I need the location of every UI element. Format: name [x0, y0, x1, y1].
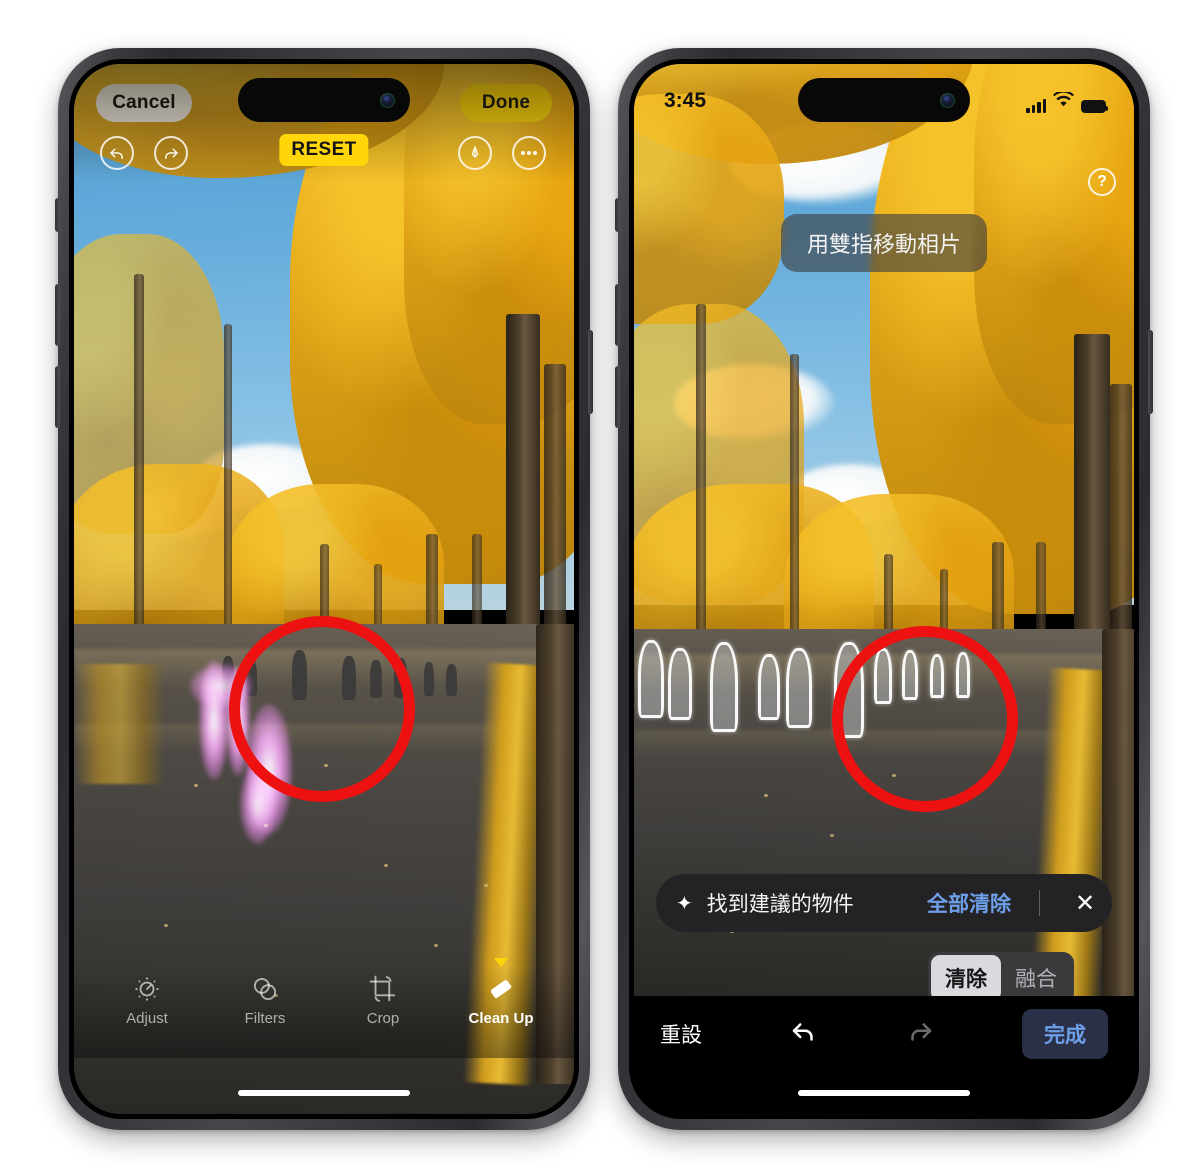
- more-ellipsis-icon[interactable]: [512, 136, 546, 170]
- segment-blend[interactable]: 融合: [1001, 955, 1071, 1001]
- person-silhouette: [424, 662, 434, 696]
- tree-trunk-front: [1102, 629, 1134, 996]
- status-indicators: [1026, 89, 1108, 113]
- detected-object-outline[interactable]: [786, 648, 812, 728]
- clear-all-button[interactable]: 全部清除: [927, 888, 1011, 918]
- two-finger-hint-toast: 用雙指移動相片: [780, 214, 988, 272]
- editor-bottom-toolbar: 重設 完成: [634, 996, 1134, 1072]
- reset-button[interactable]: 重設: [660, 1019, 702, 1049]
- detected-object-outline[interactable]: [758, 654, 780, 720]
- volume-down-button[interactable]: [615, 366, 620, 428]
- dynamic-island-left: [238, 78, 410, 122]
- suggestion-text: 找到建議的物件: [706, 893, 854, 916]
- photo-canvas-right[interactable]: [634, 64, 1134, 996]
- phone-right: 3:45 ? 用雙指移動相片 ✦ 找到建議的物件 全部清除 ✕ 清除 融合 重設…: [615, 48, 1153, 1130]
- side-power-button[interactable]: [588, 330, 593, 414]
- undo-arrow-icon[interactable]: [100, 136, 134, 170]
- tool-label: Clean Up: [468, 1010, 534, 1027]
- phone-left-screen: Cancel Done RESET: [74, 64, 574, 1114]
- redo-arrow-icon[interactable]: [154, 136, 188, 170]
- divider: [1039, 890, 1040, 916]
- person-silhouette: [446, 664, 457, 696]
- redo-arrow-icon[interactable]: [905, 1017, 935, 1052]
- tool-clean-up[interactable]: Clean Up: [459, 958, 543, 1027]
- dynamic-island-right: [798, 78, 970, 122]
- front-camera-icon: [940, 92, 955, 108]
- detected-object-outline[interactable]: [668, 648, 692, 720]
- undo-arrow-icon[interactable]: [789, 1017, 819, 1052]
- front-camera-icon: [380, 92, 395, 108]
- phone-left-bezel: Cancel Done RESET: [69, 59, 579, 1119]
- side-power-button[interactable]: [1148, 330, 1153, 414]
- close-x-icon[interactable]: ✕: [1068, 889, 1102, 918]
- wifi-icon: [1053, 89, 1074, 113]
- phone-right-screen: 3:45 ? 用雙指移動相片 ✦ 找到建議的物件 全部清除 ✕ 清除 融合 重設…: [634, 64, 1134, 1114]
- home-indicator-right[interactable]: [798, 1090, 970, 1096]
- phone-left: Cancel Done RESET: [55, 48, 593, 1130]
- help-question-icon[interactable]: ?: [1088, 168, 1116, 196]
- home-indicator-left[interactable]: [238, 1090, 410, 1096]
- active-tool-indicator: [494, 958, 508, 967]
- editor-action-row: RESET: [74, 134, 574, 180]
- photo-canvas-left[interactable]: [74, 64, 574, 1114]
- tool-label: Crop: [366, 1010, 400, 1027]
- leaf-gutter: [74, 664, 164, 784]
- silent-switch[interactable]: [55, 198, 60, 232]
- annotation-circle-right: [832, 626, 1018, 812]
- battery-icon: [1081, 100, 1108, 113]
- editor-tool-tabs: Adjust Filters Crop Clean Up: [74, 958, 574, 1058]
- screenshot-stage: Cancel Done RESET: [0, 0, 1200, 1172]
- volume-up-button[interactable]: [615, 284, 620, 346]
- reset-button[interactable]: RESET: [279, 134, 369, 166]
- volume-up-button[interactable]: [55, 284, 60, 346]
- tool-filters[interactable]: Filters: [223, 974, 307, 1027]
- phone-right-bezel: 3:45 ? 用雙指移動相片 ✦ 找到建議的物件 全部清除 ✕ 清除 融合 重設…: [629, 59, 1139, 1119]
- volume-down-button[interactable]: [55, 366, 60, 428]
- markup-pen-icon[interactable]: [458, 136, 492, 170]
- sparkles-icon: ✦: [676, 892, 693, 915]
- action-button[interactable]: [615, 198, 620, 232]
- done-button[interactable]: 完成: [1021, 1009, 1108, 1059]
- status-time: 3:45: [664, 89, 707, 112]
- tool-crop[interactable]: Crop: [341, 974, 425, 1027]
- tool-label: Filters: [244, 1010, 286, 1027]
- segment-erase[interactable]: 清除: [931, 955, 1001, 1001]
- detected-object-outline[interactable]: [710, 642, 738, 732]
- suggested-objects-bar: ✦ 找到建議的物件 全部清除 ✕: [656, 874, 1112, 932]
- foliage-topleft: [634, 94, 784, 324]
- cellular-signal-icon: [1026, 99, 1046, 113]
- tool-adjust[interactable]: Adjust: [105, 974, 189, 1027]
- annotation-circle-left: [229, 616, 415, 802]
- tool-label: Adjust: [126, 1010, 168, 1027]
- detected-object-outline[interactable]: [638, 640, 664, 718]
